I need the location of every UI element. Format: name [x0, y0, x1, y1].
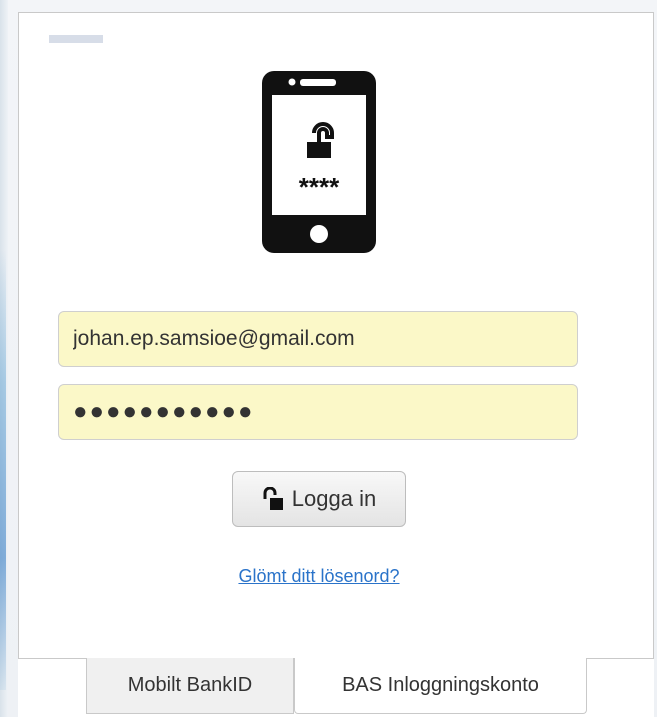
panel-top-marker — [49, 35, 103, 43]
tab-bas-inloggningskonto[interactable]: BAS Inloggningskonto — [294, 658, 587, 714]
login-button[interactable]: Logga in — [232, 471, 406, 527]
left-glow-accent — [0, 250, 6, 690]
login-button-label: Logga in — [291, 486, 377, 511]
email-field[interactable] — [58, 311, 578, 367]
tab-mobilt-bankid[interactable]: Mobilt BankID — [86, 658, 294, 714]
smartphone-lock-icon: **** — [262, 71, 376, 253]
password-field[interactable] — [58, 384, 578, 440]
forgot-password-link[interactable]: Glömt ditt lösenord? — [0, 566, 638, 587]
phone-icon-code: **** — [299, 172, 340, 202]
lock-open-icon — [263, 487, 283, 510]
